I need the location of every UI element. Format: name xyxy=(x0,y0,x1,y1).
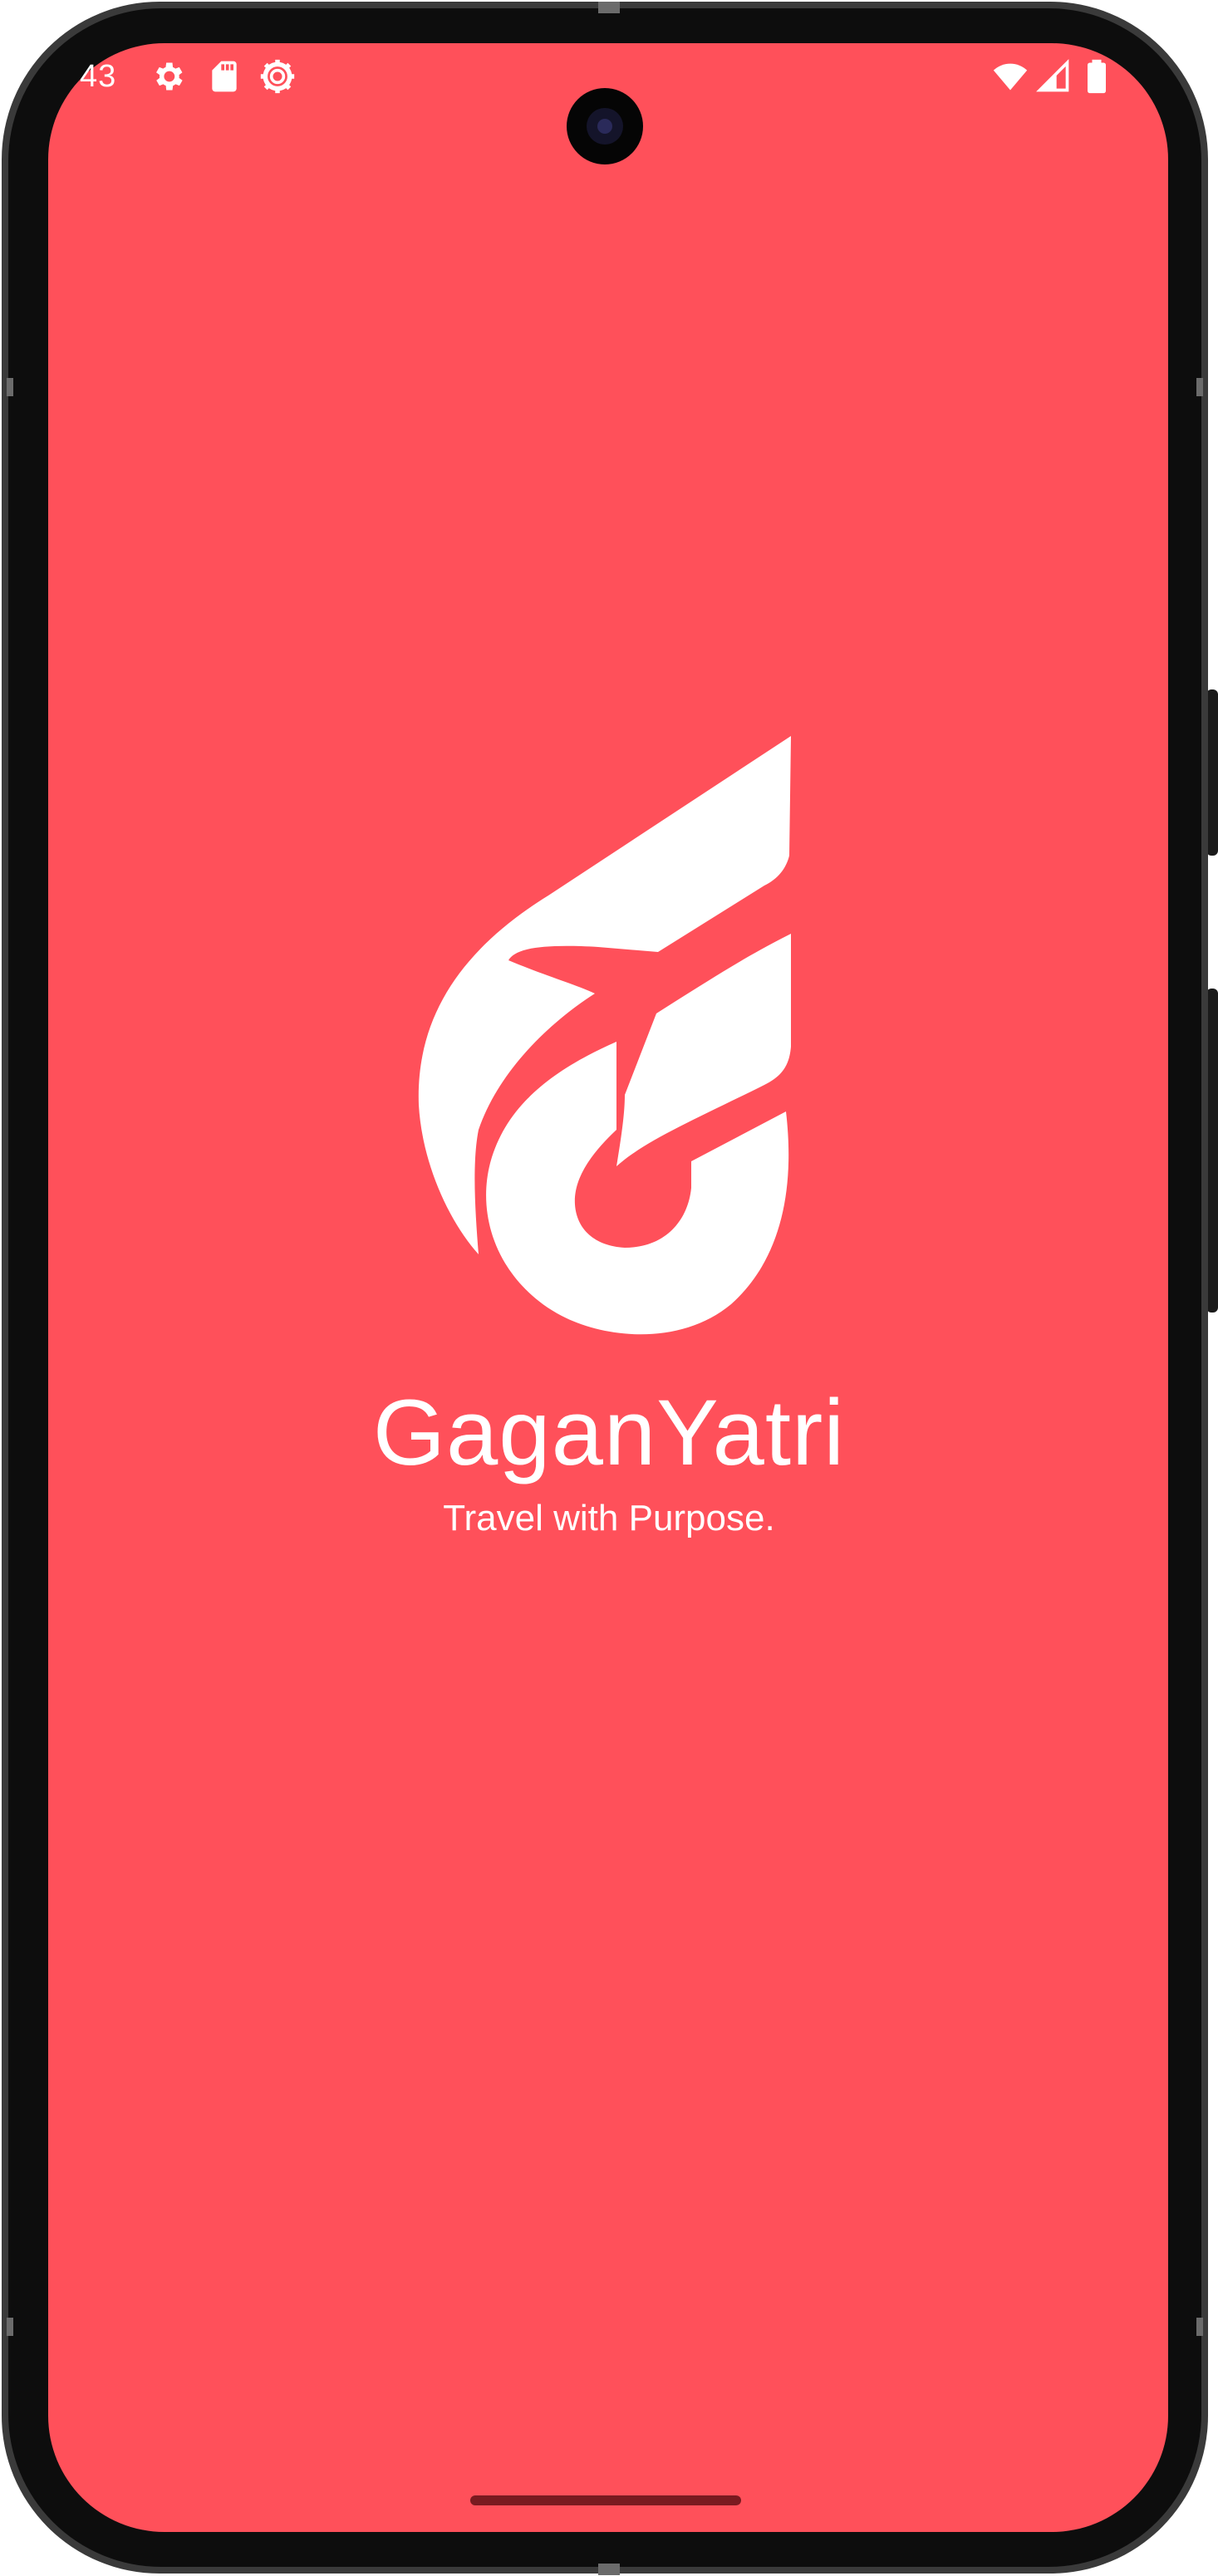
home-gesture-handle[interactable] xyxy=(470,2495,741,2505)
power-button xyxy=(1206,989,1218,1313)
phone-device: 43 GaganYatri Travel with Purpose. xyxy=(0,0,1218,2576)
wifi-icon xyxy=(993,63,1028,91)
app-name: GaganYatri xyxy=(372,1381,846,1484)
app-tagline: Travel with Purpose. xyxy=(443,1498,775,1538)
cell-signal-icon xyxy=(1036,59,1069,92)
debug-gear-icon xyxy=(260,59,295,94)
settings-icon xyxy=(156,62,183,91)
volume-button xyxy=(1206,689,1218,856)
gaganyatri-plane-logo-icon xyxy=(418,736,791,1335)
battery-icon xyxy=(1088,59,1106,94)
sd-card-icon xyxy=(212,61,237,92)
status-bar-time: 43 xyxy=(80,59,117,94)
